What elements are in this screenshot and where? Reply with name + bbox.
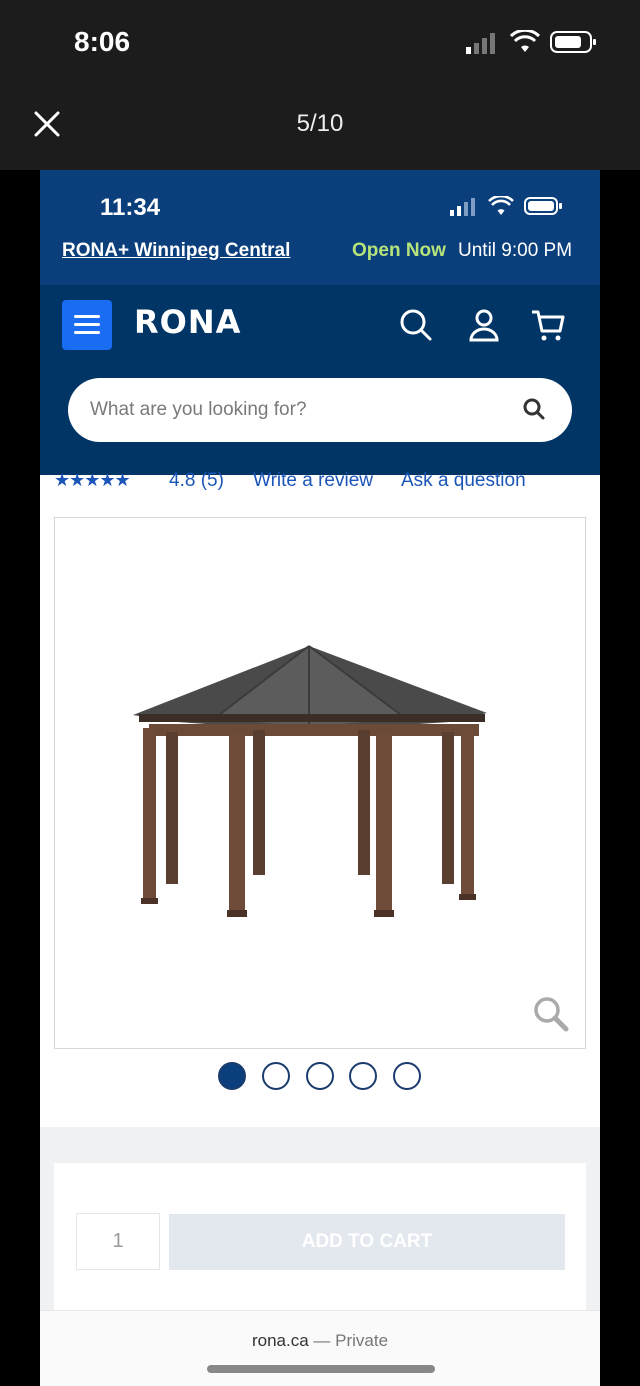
inner-status-bar: 11:34 bbox=[40, 170, 600, 230]
hamburger-line bbox=[74, 331, 100, 334]
outer-status-bar: 8:06 bbox=[0, 0, 640, 85]
rating-row: ★★★★★ 4.8 (5) Write a review Ask a quest… bbox=[54, 470, 594, 500]
rona-logo[interactable]: RONA bbox=[134, 303, 241, 341]
url-text: rona.ca — Private bbox=[40, 1331, 600, 1351]
purchase-card: 1 ADD TO CART bbox=[54, 1163, 586, 1323]
rating-value[interactable]: 4.8 (5) bbox=[169, 470, 224, 492]
gallery-dot-5[interactable] bbox=[393, 1062, 421, 1090]
account-icon[interactable] bbox=[466, 307, 502, 343]
inner-time: 11:34 bbox=[100, 194, 161, 221]
store-hours: Until 9:00 PM bbox=[458, 240, 573, 261]
store-bar: RONA+ Winnipeg Central Open Now Until 9:… bbox=[40, 230, 600, 285]
viewer-nav: 5/10 bbox=[0, 85, 640, 170]
browser-url-bar[interactable]: rona.ca — Private bbox=[40, 1310, 600, 1386]
site-header: RONA What are you looking for? bbox=[40, 285, 600, 475]
signal-icon bbox=[450, 198, 475, 216]
zoom-icon[interactable] bbox=[531, 994, 571, 1034]
store-open-status: Open Now bbox=[352, 240, 446, 261]
gazebo-image bbox=[133, 645, 487, 917]
quantity-input[interactable]: 1 bbox=[76, 1213, 160, 1270]
gallery-dot-3[interactable] bbox=[306, 1062, 334, 1090]
ask-question-link[interactable]: Ask a question bbox=[401, 470, 526, 492]
battery-icon bbox=[524, 197, 562, 215]
hamburger-line bbox=[74, 323, 100, 326]
menu-button[interactable] bbox=[62, 300, 112, 350]
rating-count: (5) bbox=[200, 470, 224, 491]
gallery-dot-1[interactable] bbox=[218, 1062, 246, 1090]
wifi-icon bbox=[488, 196, 514, 215]
hamburger-icon bbox=[74, 315, 100, 318]
search-field[interactable]: What are you looking for? bbox=[68, 378, 572, 442]
cart-icon[interactable] bbox=[530, 307, 566, 343]
search-icon[interactable] bbox=[398, 307, 434, 343]
image-counter: 5/10 bbox=[296, 110, 344, 137]
gallery-pagination bbox=[218, 1062, 438, 1092]
product-image-frame[interactable] bbox=[54, 517, 586, 1049]
rating-score: 4.8 bbox=[169, 470, 196, 491]
search-placeholder: What are you looking for? bbox=[90, 399, 307, 420]
outer-time: 8:06 bbox=[74, 26, 131, 57]
url-separator: — bbox=[313, 1331, 331, 1350]
screenshot-content: 11:34 RONA+ Winnipeg Central Open Now Un… bbox=[40, 170, 600, 1386]
gallery-dot-2[interactable] bbox=[262, 1062, 290, 1090]
battery-icon bbox=[550, 31, 596, 53]
search-submit-icon[interactable] bbox=[522, 397, 546, 421]
write-review-link[interactable]: Write a review bbox=[253, 470, 373, 492]
url-domain: rona.ca bbox=[251, 1331, 309, 1350]
add-to-cart-button[interactable]: ADD TO CART bbox=[169, 1214, 565, 1270]
rating-stars-icon: ★★★★★ bbox=[54, 470, 131, 490]
gallery-dot-4[interactable] bbox=[349, 1062, 377, 1090]
home-indicator bbox=[207, 1365, 435, 1373]
signal-icon bbox=[466, 33, 495, 54]
private-mode-label: Private bbox=[335, 1331, 389, 1350]
store-name-link[interactable]: RONA+ Winnipeg Central bbox=[62, 240, 290, 262]
wifi-icon bbox=[510, 30, 540, 52]
